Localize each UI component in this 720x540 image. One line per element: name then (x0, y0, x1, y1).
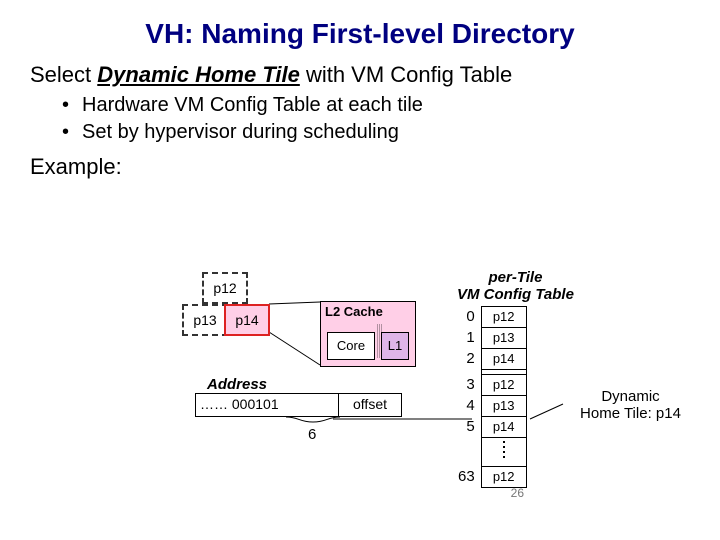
core-box: Core (327, 332, 375, 360)
cfg-cell: p14 (481, 348, 526, 369)
cfg-idx: 0 (457, 306, 481, 327)
lead-line: Select Dynamic Home Tile with VM Config … (30, 62, 690, 88)
example-label: Example: (30, 154, 690, 180)
index-brace: 6 (195, 417, 402, 435)
cfg-cell: p13 (481, 395, 526, 416)
bullet-item: Set by hypervisor during scheduling (82, 121, 690, 144)
bullet-item: Hardware VM Config Table at each tile (82, 94, 690, 117)
result-line1: Dynamic (601, 388, 659, 405)
cfg-caption-1: per-Tile (489, 269, 543, 286)
page-number: 26 (511, 486, 524, 500)
cfg-idx-last: 63 (457, 466, 481, 487)
cfg-cell-last: p12 (481, 466, 526, 487)
cfg-cell-5: p14 (481, 416, 526, 437)
l2-cache-label: L2 Cache (325, 304, 383, 319)
tile-p13: p13 (182, 304, 228, 336)
cfg-idx: 3 (457, 374, 481, 395)
tile-p12: p12 (202, 272, 248, 304)
address-label: Address (207, 376, 402, 393)
tile-p14: p14 (224, 304, 270, 336)
index-bit-count: 6 (308, 426, 316, 443)
cfg-idx: 2 (457, 348, 481, 369)
slide-title: VH: Naming First-level Directory (0, 0, 720, 50)
cfg-cell: p13 (481, 327, 526, 348)
lead-prefix: Select (30, 62, 97, 87)
vm-config-table: per-Tile VM Config Table 0p12 1p13 2p14 … (457, 269, 574, 488)
cfg-idx: 1 (457, 327, 481, 348)
l2-cache-figure: L2 Cache Core L1 (320, 301, 440, 367)
cfg-idx-5: 5 (457, 416, 481, 437)
lead-suffix: with VM Config Table (300, 62, 512, 87)
l1-box: L1 (381, 332, 409, 360)
address-offset: offset (339, 394, 401, 416)
cfg-vdots (481, 437, 526, 466)
address-bits: …… 000101 (196, 394, 339, 416)
address-block: Address …… 000101 offset 6 (195, 376, 402, 435)
bullet-list: Hardware VM Config Table at each tile Se… (30, 94, 690, 144)
cfg-caption-2: VM Config Table (457, 286, 574, 303)
cfg-idx: 4 (457, 395, 481, 416)
dynamic-home-tile-term: Dynamic Home Tile (97, 62, 300, 87)
cfg-cell: p12 (481, 374, 526, 395)
dynamic-home-tile-result: Dynamic Home Tile: p14 (563, 388, 698, 423)
result-line2: Home Tile: p14 (580, 405, 681, 422)
cfg-cell: p12 (481, 306, 526, 327)
